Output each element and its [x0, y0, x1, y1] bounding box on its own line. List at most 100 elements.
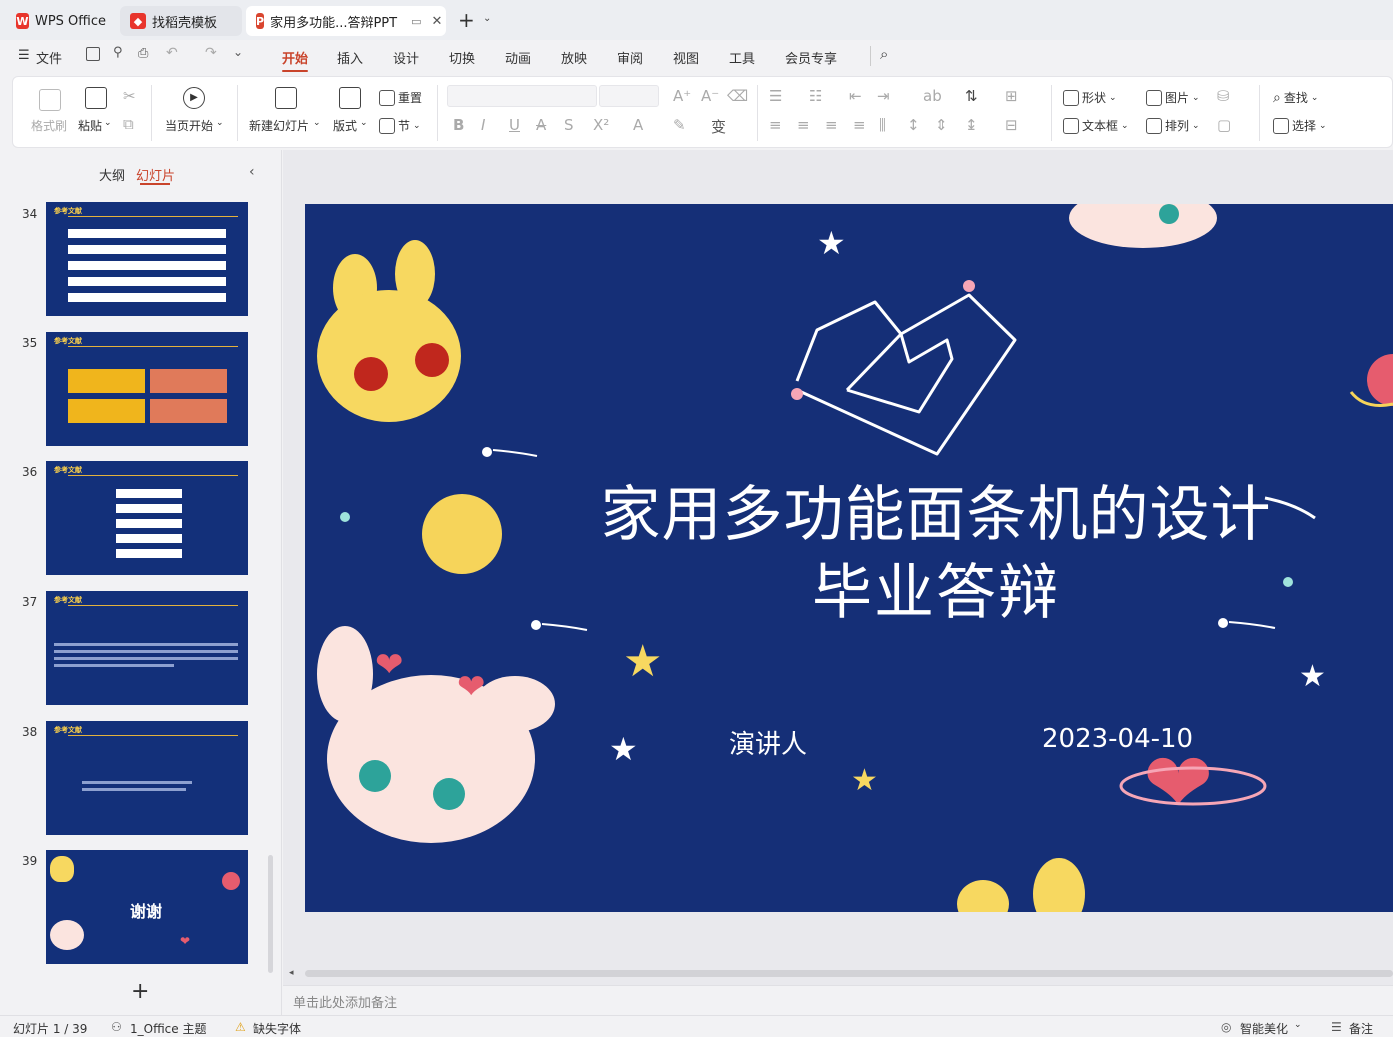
menu-view[interactable]: 视图 [673, 48, 699, 67]
paste-button[interactable]: 粘贴 [78, 117, 102, 134]
highlight-icon[interactable]: ✎ [673, 116, 686, 134]
vertical-align-icon[interactable]: ↨ [965, 116, 978, 134]
increase-font-icon[interactable]: A⁺ [673, 87, 691, 105]
shape-button[interactable]: 形状 ⌄ [1063, 89, 1117, 106]
text-direction-icon[interactable]: ab [923, 87, 942, 105]
underline-icon[interactable]: U [509, 116, 520, 134]
chevron-down-icon[interactable]: ⌄ [216, 118, 224, 128]
collapse-panel-icon[interactable]: ‹ [249, 164, 255, 180]
align-left-icon[interactable]: ≡ [769, 116, 782, 134]
monitor-icon[interactable]: ▭ [411, 15, 421, 28]
chevron-down-icon[interactable]: ⌄ [360, 118, 368, 128]
tab-slides[interactable]: 幻灯片 [136, 165, 175, 184]
tab-outline[interactable]: 大纲 [99, 165, 125, 184]
theme-name[interactable]: 1_Office 主题 [130, 1020, 206, 1037]
search-icon[interactable]: ⌕ [880, 45, 888, 63]
arrange-button[interactable]: 排列 ⌄ [1146, 117, 1200, 134]
panel-scrollbar[interactable] [268, 855, 273, 973]
menu-transition[interactable]: 切换 [449, 48, 475, 67]
font-family-select[interactable] [447, 85, 597, 107]
increase-indent-icon[interactable]: ⇥ [877, 87, 890, 105]
missing-font-button[interactable]: 缺失字体 [253, 1020, 301, 1037]
scroll-left-icon[interactable]: ◂ [289, 968, 294, 978]
font-size-select[interactable] [599, 85, 659, 107]
chevron-down-icon[interactable]: ⌄ [1294, 1020, 1302, 1030]
layout-button[interactable]: 版式 [333, 117, 357, 134]
menu-member[interactable]: 会员专享 [785, 48, 837, 67]
strikethrough-icon[interactable]: A [536, 116, 546, 134]
print-preview-icon[interactable]: ⎙ [138, 46, 148, 61]
picture-button[interactable]: 图片 ⌄ [1146, 89, 1200, 106]
find-button[interactable]: ⌕ 查找 ⌄ [1273, 89, 1318, 106]
decrease-font-icon[interactable]: A⁻ [701, 87, 719, 105]
chevron-down-icon[interactable]: ⌄ [104, 118, 112, 128]
menu-slideshow[interactable]: 放映 [561, 48, 587, 67]
notes-placeholder[interactable]: 单击此处添加备注 [293, 992, 397, 1011]
menu-design[interactable]: 设计 [393, 48, 419, 67]
cut-icon[interactable]: ✂ [123, 87, 136, 105]
menu-tools[interactable]: 工具 [729, 48, 755, 67]
tab-wps-office[interactable]: W WPS Office [6, 6, 116, 36]
share-icon[interactable]: ⚲ [113, 45, 123, 60]
clear-format-icon[interactable]: ⌫ [727, 87, 748, 105]
redo-icon[interactable]: ↷ [205, 45, 217, 61]
slide-thumbnail-37[interactable]: 参考文献 [46, 591, 248, 705]
close-icon[interactable]: ✕ [432, 14, 443, 29]
slide[interactable]: ★ ★ ★ ★ ★ ❤ ❤ ❤ 家用多功能面条机的设计 毕业答辩 演讲人 202… [305, 204, 1393, 912]
bullet-list-icon[interactable]: ☰ [769, 87, 782, 105]
superscript-icon[interactable]: X² [593, 116, 609, 134]
chevron-down-icon[interactable]: ⌄ [233, 45, 243, 59]
fill-icon[interactable]: ⛁ [1217, 87, 1230, 105]
slide-thumbnail-34[interactable]: 参考文献 [46, 202, 248, 316]
textbox-button[interactable]: 文本框 ⌄ [1063, 117, 1129, 134]
paragraph-spacing-icon[interactable]: ⇕ [935, 116, 948, 134]
chevron-down-icon[interactable]: ⌄ [313, 118, 321, 128]
date-label[interactable]: 2023-04-10 [1042, 724, 1193, 754]
italic-icon[interactable]: I [481, 116, 485, 134]
section-button[interactable]: 节 ⌄ [379, 117, 421, 134]
format-painter-button[interactable]: 格式刷 [31, 117, 67, 134]
undo-icon[interactable]: ↶ [166, 45, 178, 61]
start-from-current-button[interactable]: 当页开始 [165, 117, 213, 134]
columns-icon[interactable]: ⫼ [879, 116, 886, 134]
menu-insert[interactable]: 插入 [337, 48, 363, 67]
new-tab-icon[interactable]: + [458, 8, 475, 32]
text-box-align-icon[interactable]: ⊟ [1005, 116, 1018, 134]
phonetic-icon[interactable]: 变 [711, 116, 726, 137]
font-color-icon[interactable]: A [633, 116, 643, 134]
smart-beautify-button[interactable]: 智能美化 [1240, 1020, 1288, 1037]
numbered-list-icon[interactable]: ☷ [809, 87, 822, 105]
notes-area[interactable]: 单击此处添加备注 [283, 985, 1393, 1015]
menu-home[interactable]: 开始 [282, 48, 308, 67]
menu-animation[interactable]: 动画 [505, 48, 531, 67]
chevron-down-icon[interactable]: ⌄ [483, 13, 491, 24]
presenter-label[interactable]: 演讲人 [729, 724, 807, 761]
hamburger-icon[interactable]: ☰ [18, 48, 30, 63]
new-slide-button[interactable]: 新建幻灯片 [249, 117, 309, 134]
slide-thumbnail-36[interactable]: 参考文献 [46, 461, 248, 575]
add-slide-icon[interactable]: + [131, 979, 149, 1004]
slide-thumbnail-38[interactable]: 参考文献 [46, 721, 248, 835]
align-center-icon[interactable]: ≡ [797, 116, 810, 134]
align-right-icon[interactable]: ≡ [825, 116, 838, 134]
sort-icon[interactable]: ⇅ [965, 87, 978, 105]
copy-icon[interactable]: ⧉ [123, 115, 134, 133]
slide-thumbnail-35[interactable]: 参考文献 [46, 332, 248, 446]
menu-file[interactable]: 文件 [36, 48, 62, 67]
smart-art-icon[interactable]: ⊞ [1005, 87, 1018, 105]
tab-docer-templates[interactable]: ◆ 找稻壳模板 [120, 6, 242, 36]
outline-icon[interactable]: ▢ [1217, 116, 1231, 134]
slide-thumbnail-39[interactable]: ❤ 谢谢 [46, 850, 248, 964]
bold-icon[interactable]: B [453, 116, 464, 134]
line-spacing-icon[interactable]: ↕ [907, 116, 920, 134]
reset-button[interactable]: 重置 [379, 89, 422, 106]
slide-subtitle[interactable]: 毕业答辩 [305, 554, 1393, 632]
justify-icon[interactable]: ≡ [853, 116, 866, 134]
save-icon[interactable] [86, 47, 100, 61]
menu-review[interactable]: 审阅 [617, 48, 643, 67]
slide-title[interactable]: 家用多功能面条机的设计 [305, 476, 1393, 554]
tab-current-document[interactable]: P 家用多功能...答辩PPT ▭ ✕ [246, 6, 446, 36]
decrease-indent-icon[interactable]: ⇤ [849, 87, 862, 105]
shadow-icon[interactable]: S [564, 116, 574, 134]
horizontal-scrollbar[interactable] [305, 970, 1393, 977]
